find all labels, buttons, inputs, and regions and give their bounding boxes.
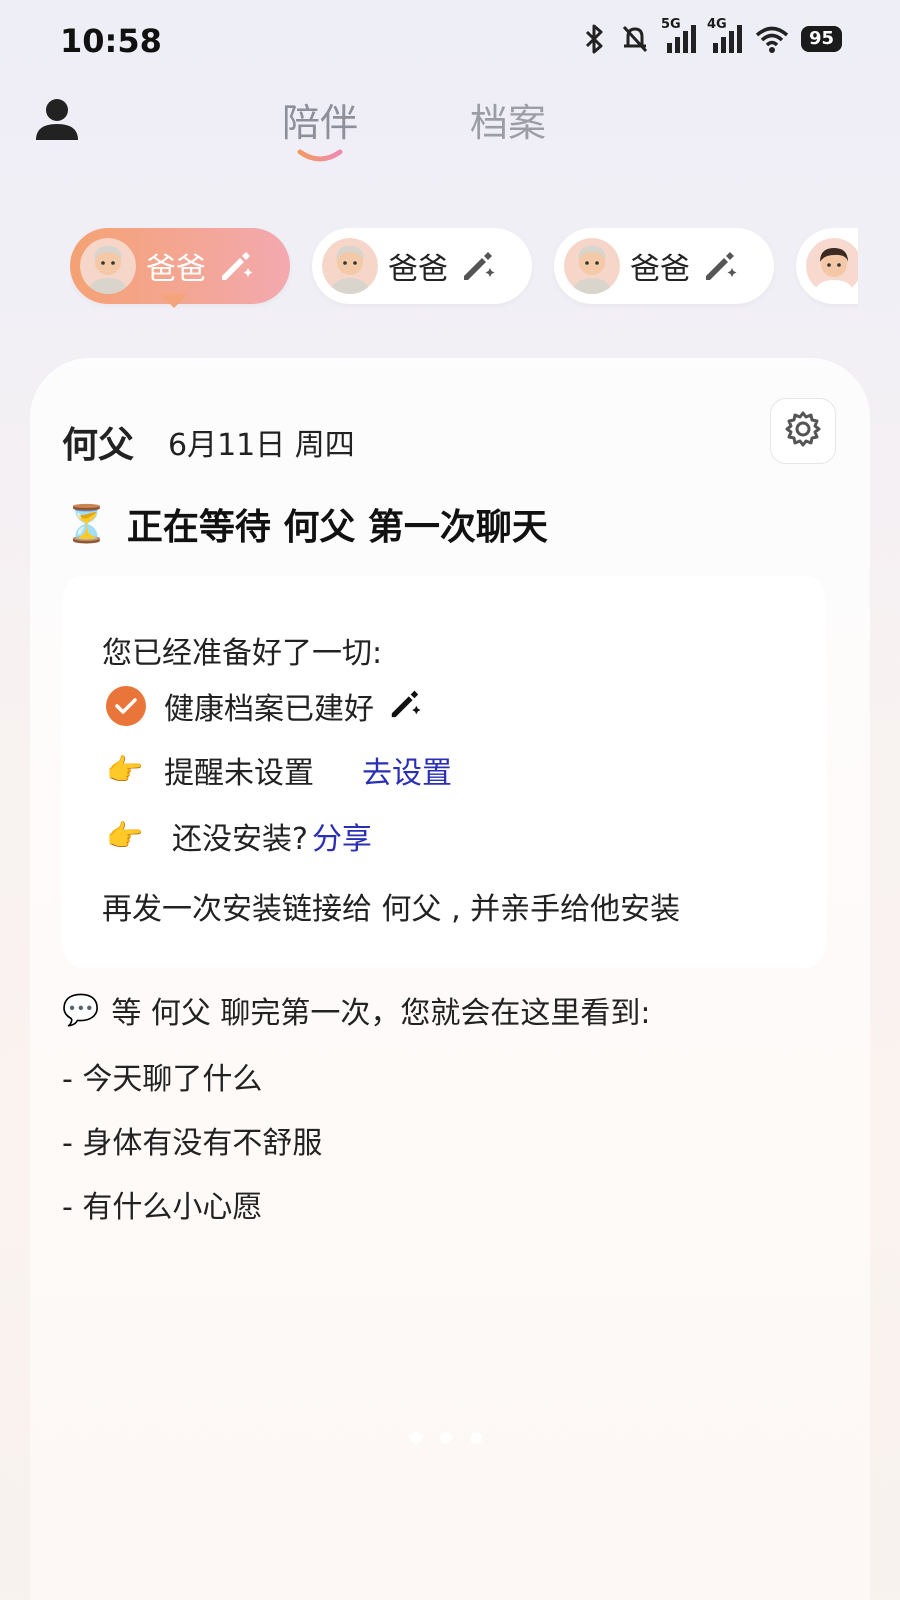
- status-time: 10:58: [60, 22, 162, 60]
- member-chip-2[interactable]: 爸爸: [312, 228, 532, 304]
- after-chat-text: 等 何父 聊完第一次，您就会在这里看到:: [111, 996, 651, 1031]
- waiting-heading: ⏳ 正在等待 何父 第一次聊天: [64, 498, 548, 550]
- ready-checklist: 您已经准备好了一切: 健康档案已建好 👉 提醒未设置 去设置 👉 还没安装? 分…: [62, 576, 826, 968]
- young-man-avatar: [806, 238, 858, 294]
- member-chip-3[interactable]: 爸爸: [554, 228, 774, 304]
- member-chip-4[interactable]: [796, 228, 858, 304]
- tab-archive[interactable]: 档案: [470, 92, 546, 147]
- profile-icon[interactable]: [34, 96, 80, 144]
- signal-5g-icon: 5G: [661, 17, 697, 53]
- bluetooth-icon: [581, 24, 607, 54]
- page-indicator: [410, 1432, 482, 1444]
- page-dot: [410, 1432, 422, 1444]
- family-member-chips: 爸爸 爸爸 爸爸: [70, 228, 858, 308]
- reminder-label: 提醒未设置: [164, 756, 314, 791]
- status-bar: 10:58 5G 4G 95: [0, 0, 900, 80]
- mute-bell-icon: [619, 24, 651, 54]
- member-chip-label: 爸爸: [630, 252, 690, 287]
- preview-bullet: - 今天聊了什么: [62, 1062, 263, 1097]
- settings-button[interactable]: [770, 398, 836, 464]
- network-label-4g: 4G: [706, 17, 727, 32]
- battery-indicator: 95: [800, 26, 842, 52]
- after-chat-intro: 💬 等 何父 聊完第一次，您就会在这里看到:: [62, 988, 651, 1032]
- elderly-man-avatar: [564, 238, 620, 294]
- elderly-man-avatar: [80, 238, 136, 294]
- pointing-hand-icon: 👉: [106, 752, 144, 788]
- magic-edit-icon[interactable]: [388, 685, 422, 727]
- health-record-row: 健康档案已建好: [106, 684, 422, 728]
- page-dot: [470, 1432, 482, 1444]
- speech-bubble-icon: 💬: [62, 992, 100, 1028]
- wifi-icon: [755, 25, 789, 53]
- resend-instruction: 再发一次安装链接给 何父 , 并亲手给他安装: [102, 892, 681, 927]
- active-tab-indicator: [296, 148, 344, 168]
- tab-companion[interactable]: 陪伴: [282, 92, 358, 147]
- install-row: 👉 还没安装? 分享: [106, 814, 372, 858]
- main-card: 何父 6月11日 周四 ⏳ 正在等待 何父 第一次聊天 您已经准备好了一切: 健…: [30, 358, 870, 1600]
- preview-bullet: - 有什么小心愿: [62, 1190, 263, 1225]
- reminder-row: 👉 提醒未设置 去设置: [106, 748, 452, 792]
- member-chip-1[interactable]: 爸爸: [70, 228, 290, 304]
- magic-edit-icon[interactable]: [460, 246, 496, 286]
- member-chip-label: 爸爸: [388, 252, 448, 287]
- network-label-5g: 5G: [660, 17, 681, 32]
- ready-title: 您已经准备好了一切:: [102, 636, 383, 671]
- waiting-text: 正在等待 何父 第一次聊天: [126, 507, 548, 548]
- elderly-man-avatar: [322, 238, 378, 294]
- status-icons: 5G 4G 95: [581, 17, 842, 54]
- card-date: 6月11日 周四: [168, 428, 355, 463]
- page-dot: [440, 1432, 452, 1444]
- gear-icon: [784, 410, 822, 452]
- magic-edit-icon[interactable]: [218, 246, 254, 286]
- go-setup-link[interactable]: 去设置: [362, 748, 452, 792]
- check-circle-icon: [106, 686, 146, 726]
- install-label: 还没安装?: [172, 822, 308, 857]
- active-chip-pointer: [160, 294, 188, 308]
- preview-bullet: - 身体有没有不舒服: [62, 1126, 323, 1161]
- pointing-hand-icon: 👉: [106, 818, 144, 854]
- hourglass-icon: ⏳: [64, 504, 109, 545]
- health-record-label: 健康档案已建好: [164, 692, 374, 727]
- member-chip-label: 爸爸: [146, 252, 206, 287]
- share-link[interactable]: 分享: [312, 814, 372, 858]
- member-name: 何父: [62, 425, 135, 466]
- magic-edit-icon[interactable]: [702, 246, 738, 286]
- signal-4g-icon: 4G: [707, 17, 743, 53]
